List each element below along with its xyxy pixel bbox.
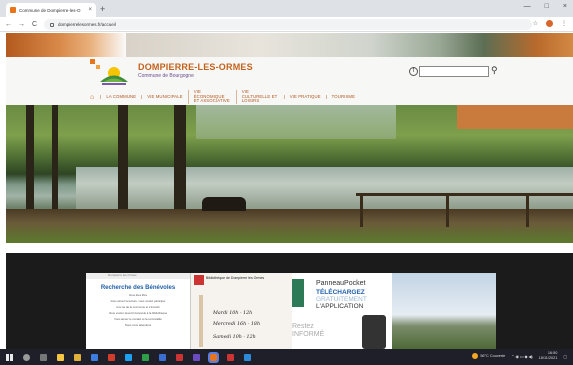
- windows-taskbar: 56°C Couverte ⌃ ◉ ▭ ◆ ◀) 16:50 18/11/202…: [0, 349, 573, 365]
- menu-item-vie-municipale[interactable]: VIE MUNICIPALE: [141, 94, 187, 100]
- clock[interactable]: 16:50 18/11/2021: [539, 351, 558, 361]
- app-icon-10[interactable]: [244, 353, 251, 361]
- address-bar[interactable]: dompierrelesormes.fr/accueil: [44, 19, 532, 30]
- app-icon-6[interactable]: [159, 353, 166, 361]
- main-menu: ⌂ LA COMMUNE VIE MUNICIPALE VIE ÉCONOMIQ…: [6, 89, 573, 105]
- url-text: dompierrelesormes.fr/accueil: [58, 22, 116, 27]
- app-icon-9[interactable]: [227, 353, 234, 361]
- lock-icon: [50, 22, 54, 27]
- search-icon[interactable]: ⚲: [491, 65, 498, 76]
- panneaupocket-logo-icon: [292, 279, 304, 307]
- app-icon-2[interactable]: [91, 353, 98, 361]
- phone-image: [362, 315, 386, 349]
- app-icon-4[interactable]: [125, 353, 132, 361]
- search-taskbar-icon[interactable]: [23, 353, 30, 361]
- window-controls: — □ ×: [524, 3, 567, 10]
- site-header: DOMPIERRE-LES-ORMES Commune de Bourgogne…: [6, 33, 573, 105]
- header-banner-left: [6, 33, 126, 57]
- file-explorer-icon[interactable]: [57, 353, 64, 361]
- hours-wednesday: Mercredi 16h - 18h: [213, 322, 261, 327]
- card-panneaupocket[interactable]: PanneauPocket TÉLÉCHARGEZ GRATUITEMENT L…: [292, 273, 392, 349]
- tab-title: Commune de Dompierre-les-O: [19, 7, 81, 13]
- site-logo[interactable]: [88, 55, 136, 89]
- system-tray: 56°C Couverte ⌃ ◉ ▭ ◆ ◀) 16:50 18/11/202…: [472, 351, 567, 361]
- menu-dots-icon[interactable]: ⋮: [561, 20, 567, 27]
- header-banner-trees: [126, 33, 573, 57]
- screen: Commune de Dompierre-les-O × + — □ × ← →…: [0, 0, 573, 365]
- weather-widget[interactable]: 56°C Couverte: [472, 353, 505, 359]
- profile-avatar[interactable]: [546, 20, 553, 27]
- app-icon-3[interactable]: [108, 353, 115, 361]
- back-icon[interactable]: ←: [4, 21, 13, 28]
- toolbar-actions: ☆ ⋮: [533, 20, 567, 27]
- tray-icons[interactable]: ⌃ ◉ ▭ ◆ ◀): [511, 354, 532, 359]
- app-icon-5[interactable]: [142, 353, 149, 361]
- new-tab-button[interactable]: +: [100, 3, 105, 15]
- minimize-button[interactable]: —: [524, 3, 531, 10]
- card-benevoles-heading: Recherche des Bénévoles: [100, 285, 176, 291]
- windows-start-icon[interactable]: [6, 353, 13, 361]
- maximize-button[interactable]: □: [545, 3, 549, 10]
- weather-icon: [472, 353, 479, 359]
- close-window-button[interactable]: ×: [563, 3, 567, 10]
- site-subtitle: Commune de Bourgogne: [138, 73, 194, 79]
- home-icon[interactable]: ⌂: [90, 94, 94, 101]
- menu-item-vie-culturelle[interactable]: VIE CULTURELLE ET LOISIRS: [235, 89, 284, 104]
- card-landscape-photo[interactable]: [392, 273, 496, 349]
- hours-tuesday: Mardi 10h - 12h: [213, 311, 253, 316]
- reload-icon[interactable]: C: [30, 21, 39, 28]
- browser-toolbar: ← → C dompierrelesormes.fr/accueil ☆ ⋮: [0, 17, 573, 32]
- hours-saturday: Samedi 10h - 12h: [213, 335, 256, 340]
- card-bibliotheque[interactable]: Bibliothèque de Dompierre les Ormes Mard…: [190, 273, 292, 349]
- tab-close-icon[interactable]: ×: [88, 7, 92, 13]
- library-icon: [194, 275, 204, 285]
- favicon-icon: [10, 7, 16, 13]
- facebook-icon[interactable]: f: [409, 67, 418, 76]
- app-icon-8[interactable]: [193, 353, 200, 361]
- menu-item-vie-pratique[interactable]: VIE PRATIQUE: [283, 94, 326, 100]
- search-input[interactable]: [419, 66, 489, 77]
- menu-item-tourisme[interactable]: TOURISME: [325, 94, 360, 100]
- site-title[interactable]: DOMPIERRE-LES-ORMES: [138, 62, 253, 72]
- browser-tab[interactable]: Commune de Dompierre-les-O ×: [6, 3, 96, 17]
- notification-icon[interactable]: ▢: [563, 354, 567, 359]
- card-benevoles[interactable]: Dompierre les Ormes Recherche des Bénévo…: [86, 273, 190, 349]
- forward-icon[interactable]: →: [17, 21, 26, 28]
- menu-item-vie-economique[interactable]: VIE ÉCONOMIQUE ET ASSOCIATIVE: [187, 89, 236, 104]
- header-banner-autumn: [457, 105, 573, 129]
- wooden-fence: [356, 193, 573, 223]
- bookmark-star-icon[interactable]: ☆: [533, 20, 538, 27]
- people-on-shore: [202, 197, 246, 211]
- menu-item-commune[interactable]: LA COMMUNE: [100, 94, 141, 100]
- web-page: DOMPIERRE-LES-ORMES Commune de Bourgogne…: [6, 33, 573, 349]
- task-view-icon[interactable]: [40, 353, 47, 361]
- app-icon-7[interactable]: [176, 353, 183, 361]
- browser-tab-strip: Commune de Dompierre-les-O × + — □ ×: [0, 0, 573, 17]
- bibliotheque-label: Bibliothèque de Dompierre les Ormes: [205, 276, 265, 280]
- chrome-taskbar-icon[interactable]: [208, 351, 219, 363]
- app-icon-1[interactable]: [74, 353, 81, 361]
